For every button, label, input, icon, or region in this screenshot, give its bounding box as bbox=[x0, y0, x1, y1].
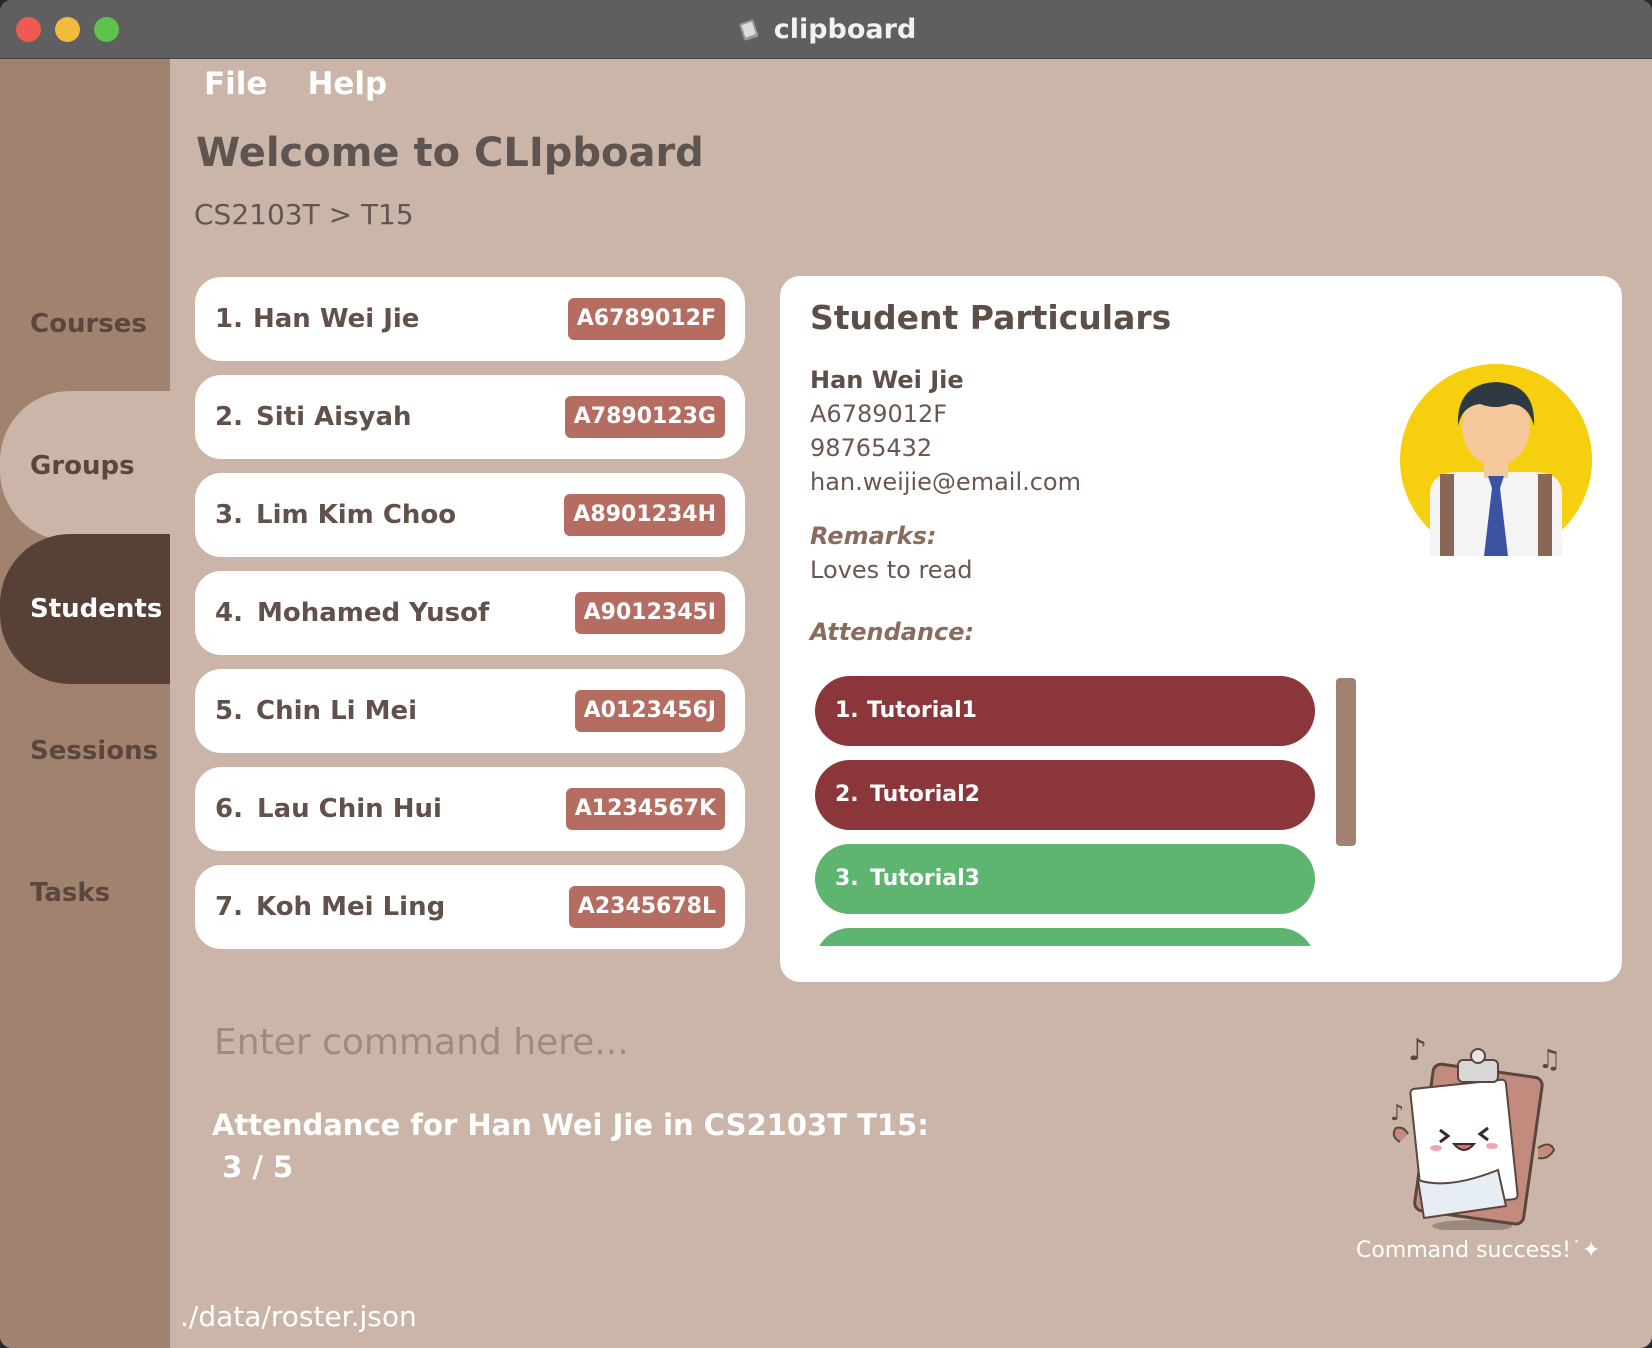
student-id-badge: A1234567K bbox=[565, 788, 725, 830]
menu-bar: File Help bbox=[204, 66, 387, 102]
student-id-badge: A9012345I bbox=[574, 592, 725, 634]
student-id-badge: A6789012F bbox=[567, 298, 725, 340]
student-id-badge: A2345678L bbox=[568, 886, 725, 928]
command-success-text: Command success! bbox=[1356, 1238, 1571, 1263]
title-bar: clipboard bbox=[0, 0, 1652, 59]
sidebar-item-tasks[interactable]: Tasks bbox=[0, 818, 170, 968]
student-card[interactable]: 7. Koh Mei Ling A2345678L bbox=[195, 865, 745, 949]
attendance-index: 1. bbox=[835, 698, 859, 723]
student-index: 2. bbox=[215, 402, 243, 432]
attendance-item[interactable]: 2. Tutorial2 bbox=[815, 760, 1315, 830]
result-line-1: Attendance for Han Wei Jie in CS2103T T1… bbox=[212, 1108, 929, 1142]
page-title: Welcome to CLIpboard bbox=[196, 130, 704, 176]
sidebar-item-students[interactable]: Students bbox=[0, 534, 170, 684]
student-email-detail: han.weijie@email.com bbox=[810, 468, 1081, 496]
student-card[interactable]: 4. Mohamed Yusof A9012345I bbox=[195, 571, 745, 655]
student-name: Lim Kim Choo bbox=[256, 500, 457, 530]
student-name: Mohamed Yusof bbox=[257, 598, 490, 628]
attendance-label: Attendance: bbox=[810, 618, 975, 646]
student-name: Chin Li Mei bbox=[256, 696, 418, 726]
app-window: clipboard Courses Groups Students Sessio… bbox=[0, 0, 1652, 1348]
command-result: Attendance for Han Wei Jie in CS2103T T1… bbox=[212, 1104, 929, 1188]
student-avatar-icon bbox=[1400, 364, 1592, 556]
attendance-index: 2. bbox=[835, 782, 859, 807]
command-input[interactable] bbox=[212, 1014, 1216, 1070]
sparkle-icon: ˙✦ bbox=[1570, 1238, 1601, 1263]
student-name: Siti Aisyah bbox=[256, 402, 412, 432]
command-success-label: Command success!˙✦ bbox=[1356, 1238, 1600, 1263]
clipboard-app-icon bbox=[739, 19, 758, 41]
breadcrumb: CS2103T > T15 bbox=[194, 198, 414, 231]
student-name-detail: Han Wei Jie bbox=[810, 366, 964, 394]
menu-help[interactable]: Help bbox=[307, 66, 387, 102]
result-line-2: 3 / 5 bbox=[212, 1150, 294, 1184]
sidebar-item-courses[interactable]: Courses bbox=[0, 249, 170, 399]
student-id-badge: A7890123G bbox=[564, 396, 725, 438]
attendance-item[interactable]: 3. Tutorial3 bbox=[815, 844, 1315, 914]
student-index: 4. bbox=[215, 598, 243, 628]
student-index: 6. bbox=[215, 794, 243, 824]
student-id-detail: A6789012F bbox=[810, 400, 948, 428]
remarks-text: Loves to read bbox=[810, 556, 973, 584]
student-id-badge: A0123456J bbox=[574, 690, 725, 732]
attendance-list: 1. Tutorial1 2. Tutorial2 3. Tutorial3 bbox=[815, 676, 1315, 946]
svg-text:♫: ♫ bbox=[1538, 1045, 1561, 1075]
attendance-index: 3. bbox=[835, 866, 859, 891]
student-name: Lau Chin Hui bbox=[257, 794, 442, 824]
attendance-scrollbar[interactable] bbox=[1336, 678, 1356, 846]
student-index: 5. bbox=[215, 696, 243, 726]
sidebar-item-sessions[interactable]: Sessions bbox=[0, 676, 170, 826]
attendance-item[interactable] bbox=[815, 928, 1315, 946]
student-index: 1. bbox=[215, 304, 243, 334]
student-card[interactable]: 6. Lau Chin Hui A1234567K bbox=[195, 767, 745, 851]
attendance-item[interactable]: 1. Tutorial1 bbox=[815, 676, 1315, 746]
sidebar: Courses Groups Students Sessions Tasks bbox=[0, 59, 170, 1348]
student-card[interactable]: 2. Siti Aisyah A7890123G bbox=[195, 375, 745, 459]
attendance-label-text: Tutorial1 bbox=[867, 698, 977, 723]
student-phone-detail: 98765432 bbox=[810, 434, 933, 462]
student-index: 7. bbox=[215, 892, 243, 922]
sidebar-item-groups[interactable]: Groups bbox=[0, 391, 170, 541]
student-card[interactable]: 1. Han Wei Jie A6789012F bbox=[195, 277, 745, 361]
student-name: Koh Mei Ling bbox=[256, 892, 446, 922]
student-index: 3. bbox=[215, 500, 243, 530]
attendance-label-text: Tutorial2 bbox=[870, 782, 980, 807]
panel-title: Student Particulars bbox=[810, 298, 1172, 337]
student-card[interactable]: 5. Chin Li Mei A0123456J bbox=[195, 669, 745, 753]
window-title: clipboard bbox=[773, 13, 917, 45]
attendance-label-text: Tutorial3 bbox=[870, 866, 980, 891]
student-id-badge: A8901234H bbox=[564, 494, 725, 536]
student-card[interactable]: 3. Lim Kim Choo A8901234H bbox=[195, 473, 745, 557]
student-particulars-panel: Student Particulars Han Wei Jie A6789012… bbox=[780, 276, 1622, 982]
status-bar-path: ./data/roster.json bbox=[180, 1300, 417, 1333]
menu-file[interactable]: File bbox=[204, 66, 267, 102]
svg-text:♪: ♪ bbox=[1408, 1033, 1427, 1068]
student-name: Han Wei Jie bbox=[253, 304, 420, 334]
remarks-label: Remarks: bbox=[810, 522, 937, 550]
clipboard-mascot-icon: ♪ ♫ ♪ bbox=[1390, 1033, 1561, 1230]
svg-text:♪: ♪ bbox=[1390, 1101, 1404, 1126]
